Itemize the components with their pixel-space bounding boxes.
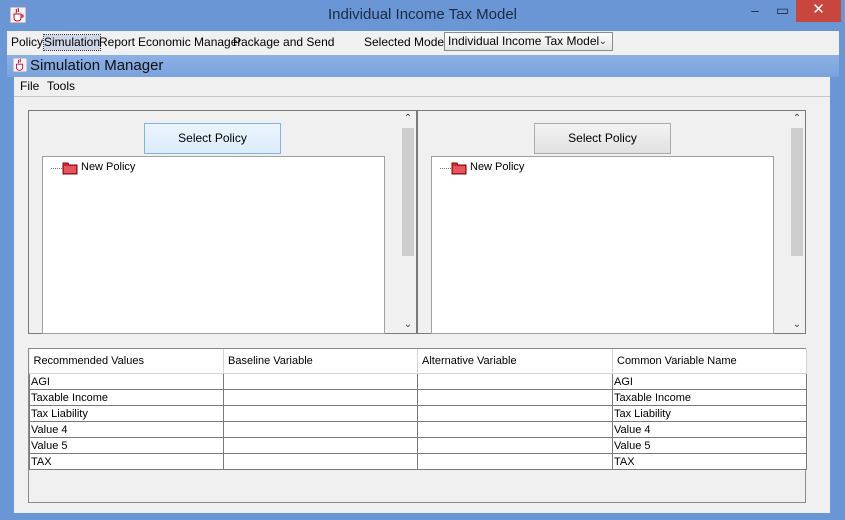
tree-connector bbox=[440, 168, 451, 169]
maximize-button[interactable]: ▭ bbox=[769, 0, 796, 22]
scroll-down-icon[interactable]: ⌄ bbox=[789, 317, 805, 333]
menu-package-and-send[interactable]: Package and Send bbox=[233, 35, 334, 50]
menu-file[interactable]: File bbox=[20, 79, 39, 93]
header-common-variable-name[interactable]: Common Variable Name bbox=[612, 349, 807, 374]
selected-model-label: Selected Model: bbox=[364, 35, 451, 49]
tree-connector bbox=[51, 168, 62, 169]
main-menubar: Policy Simulation Report Economic Manage… bbox=[7, 31, 839, 55]
app-window: Individual Income Tax Model – ▭ ✕ Policy… bbox=[0, 0, 845, 520]
scroll-up-icon[interactable]: ⌃ bbox=[400, 111, 416, 127]
cell-recommended[interactable]: Value 4 bbox=[29, 421, 224, 438]
header-alternative-variable[interactable]: Alternative Variable bbox=[417, 349, 613, 374]
cell-baseline[interactable] bbox=[223, 389, 418, 406]
table-row[interactable]: TAX TAX bbox=[29, 453, 807, 470]
scroll-up-icon[interactable]: ⌃ bbox=[789, 111, 805, 127]
close-button[interactable]: ✕ bbox=[796, 0, 841, 22]
menu-report[interactable]: Report bbox=[99, 35, 135, 50]
variable-table-container: Recommended Values Baseline Variable Alt… bbox=[28, 348, 807, 503]
chevron-down-icon[interactable]: ⌄ bbox=[599, 33, 607, 50]
policy-tree-right[interactable]: New Policy bbox=[431, 156, 774, 334]
table-row[interactable]: Tax Liability Tax Liability bbox=[29, 405, 807, 422]
simulation-manager-title: Simulation Manager bbox=[30, 57, 164, 74]
table-row[interactable]: Taxable Income Taxable Income bbox=[29, 389, 807, 406]
cell-alternative[interactable] bbox=[417, 437, 613, 454]
selected-model-value: Individual Income Tax Model bbox=[448, 34, 600, 48]
table-row[interactable]: AGI AGI bbox=[29, 373, 807, 390]
cell-baseline[interactable] bbox=[223, 453, 418, 470]
cell-recommended[interactable]: Value 5 bbox=[29, 437, 224, 454]
selected-model-dropdown[interactable]: Individual Income Tax Model ⌄ bbox=[444, 32, 613, 51]
cell-common[interactable]: TAX bbox=[612, 453, 807, 470]
baseline-policy-panel: Select Policy New Policy ⌃ ⌄ bbox=[28, 110, 417, 334]
cell-alternative[interactable] bbox=[417, 373, 613, 390]
cell-alternative[interactable] bbox=[417, 405, 613, 422]
policy-tree-left[interactable]: New Policy bbox=[42, 156, 385, 334]
header-baseline-variable[interactable]: Baseline Variable bbox=[223, 349, 418, 374]
cell-baseline[interactable] bbox=[223, 437, 418, 454]
menu-policy[interactable]: Policy bbox=[11, 35, 43, 50]
cell-recommended[interactable]: Tax Liability bbox=[29, 405, 224, 422]
cell-common[interactable]: Tax Liability bbox=[612, 405, 807, 422]
minimize-button[interactable]: – bbox=[741, 0, 769, 22]
alternative-policy-panel: Select Policy New Policy ⌃ ⌄ bbox=[417, 110, 806, 334]
menu-economic-manager[interactable]: Economic Manager bbox=[138, 35, 241, 50]
folder-icon bbox=[62, 162, 78, 175]
java-cup-icon bbox=[13, 58, 27, 72]
cell-baseline[interactable] bbox=[223, 405, 418, 422]
scroll-thumb[interactable] bbox=[791, 128, 803, 256]
cell-recommended[interactable]: Taxable Income bbox=[29, 389, 224, 406]
cell-common[interactable]: Taxable Income bbox=[612, 389, 807, 406]
cell-alternative[interactable] bbox=[417, 453, 613, 470]
simulation-manager-body: File Tools Select Policy New Policy ⌃ ⌄ bbox=[14, 77, 830, 513]
cell-recommended[interactable]: TAX bbox=[29, 453, 224, 470]
scrollbar-right[interactable]: ⌃ ⌄ bbox=[789, 111, 805, 333]
cell-common[interactable]: AGI bbox=[612, 373, 807, 390]
cell-alternative[interactable] bbox=[417, 389, 613, 406]
variable-table: Recommended Values Baseline Variable Alt… bbox=[29, 349, 807, 470]
tree-item-label: New Policy bbox=[81, 161, 136, 173]
window-title: Individual Income Tax Model bbox=[328, 6, 517, 23]
folder-icon bbox=[451, 162, 467, 175]
table-row[interactable]: Value 4 Value 4 bbox=[29, 421, 807, 438]
menu-simulation[interactable]: Simulation bbox=[42, 34, 102, 51]
cell-baseline[interactable] bbox=[223, 373, 418, 390]
cell-common[interactable]: Value 4 bbox=[612, 421, 807, 438]
menu-tools[interactable]: Tools bbox=[47, 79, 75, 93]
select-policy-button-left[interactable]: Select Policy bbox=[144, 123, 281, 154]
table-header-row: Recommended Values Baseline Variable Alt… bbox=[29, 349, 807, 374]
cell-baseline[interactable] bbox=[223, 421, 418, 438]
simulation-manager-menubar: File Tools bbox=[14, 77, 830, 97]
scrollbar-left[interactable]: ⌃ ⌄ bbox=[400, 111, 416, 333]
cell-common[interactable]: Value 5 bbox=[612, 437, 807, 454]
select-policy-button-right[interactable]: Select Policy bbox=[534, 123, 671, 154]
tree-item-label: New Policy bbox=[470, 161, 525, 173]
scroll-thumb[interactable] bbox=[402, 128, 414, 256]
table-row[interactable]: Value 5 Value 5 bbox=[29, 437, 807, 454]
internal-frame-title-bar[interactable]: Simulation Manager bbox=[7, 55, 839, 77]
cell-recommended[interactable]: AGI bbox=[29, 373, 224, 390]
cell-alternative[interactable] bbox=[417, 421, 613, 438]
header-recommended-values[interactable]: Recommended Values bbox=[29, 349, 224, 374]
title-bar[interactable]: Individual Income Tax Model – ▭ ✕ bbox=[0, 0, 845, 31]
scroll-down-icon[interactable]: ⌄ bbox=[400, 317, 416, 333]
